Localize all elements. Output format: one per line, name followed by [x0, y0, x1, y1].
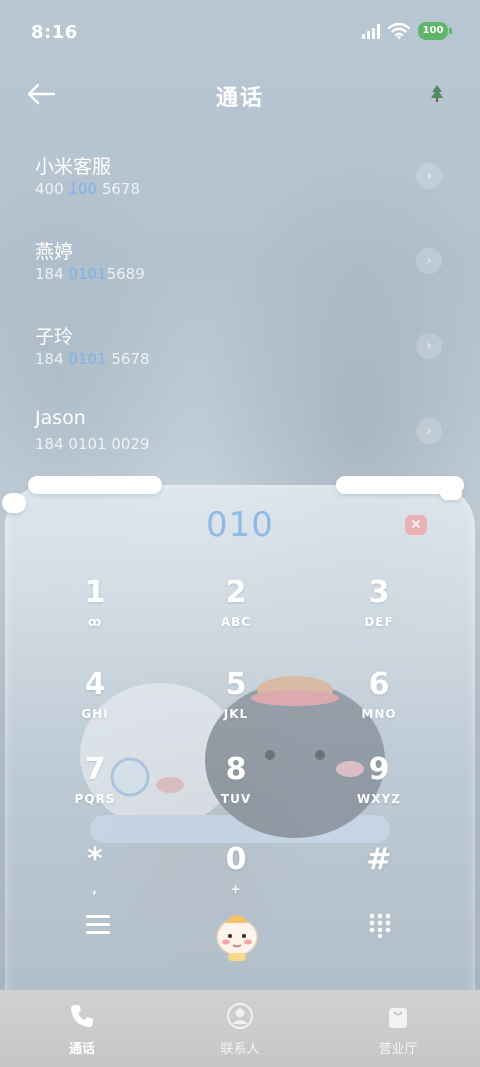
dial-key-8[interactable]: 8 TUV — [176, 752, 296, 832]
person-icon — [227, 1003, 253, 1029]
status-icons: 100 — [362, 22, 452, 40]
list-item[interactable]: Jason 184 0101 0029 › — [0, 395, 480, 480]
phone-icon — [71, 1005, 93, 1027]
page-title: 通话 — [215, 86, 264, 111]
bottom-nav: 通话 联系人 营业厅 — [0, 990, 480, 1067]
dial-key-6[interactable]: 6 MNO — [319, 667, 439, 747]
chevron-right-icon[interactable]: › — [416, 418, 442, 444]
dial-key-1[interactable]: 1ꝏ — [35, 575, 155, 655]
list-item[interactable]: 子玲 184 0101 5678 › — [0, 310, 480, 395]
dial-key-3[interactable]: 3 DEF — [319, 575, 439, 655]
menu-icon[interactable] — [86, 915, 110, 937]
voicemail-icon: ꝏ — [87, 615, 103, 629]
bag-icon — [389, 1008, 407, 1028]
wifi-icon — [388, 23, 410, 39]
dial-key-4[interactable]: 4 GHI — [35, 667, 155, 747]
dial-key-9[interactable]: 9 WXYZ — [319, 752, 439, 832]
dial-key-7[interactable]: 7 PQRS — [35, 752, 155, 832]
dial-key-2[interactable]: 2 ABC — [176, 575, 296, 655]
tab-service-hall[interactable]: 营业厅 — [348, 1002, 448, 1057]
dial-key-hash[interactable]: # — [319, 842, 439, 922]
list-item[interactable]: 小米客服 400 100 5678 › — [0, 140, 480, 225]
dial-key-star[interactable]: *, — [35, 842, 155, 922]
chevron-right-icon[interactable]: › — [416, 248, 442, 274]
delete-icon[interactable]: ✕ — [405, 515, 427, 535]
chevron-right-icon[interactable]: › — [416, 163, 442, 189]
tree-icon[interactable] — [430, 84, 444, 104]
recent-calls-list: 小米客服 400 100 5678 › 燕婷 184 01015689 › 子玲… — [0, 140, 480, 480]
tab-calls[interactable]: 通话 — [32, 1002, 132, 1057]
header: 通话 — [0, 70, 480, 120]
battery-icon: 100 — [418, 22, 452, 40]
contact-number: 184 0101 0029 — [35, 435, 150, 453]
call-button-sheep-icon[interactable] — [210, 905, 264, 965]
contact-name: 子玲 — [35, 326, 74, 348]
contact-number: 184 01015689 — [35, 265, 145, 283]
dial-key-5[interactable]: 5 JKL — [176, 667, 296, 747]
contact-number: 400 100 5678 — [35, 180, 140, 198]
status-time: 8:16 — [31, 22, 78, 43]
status-bar: 8:16 100 — [0, 0, 480, 64]
tab-contacts[interactable]: 联系人 — [190, 1002, 290, 1057]
chevron-right-icon[interactable]: › — [416, 333, 442, 359]
contact-name: 小米客服 — [35, 156, 112, 178]
snow-decoration — [440, 486, 462, 500]
snow-decoration — [28, 476, 162, 494]
contact-name: Jason — [35, 407, 86, 429]
dialpad-icon[interactable] — [368, 912, 392, 938]
signal-icon — [362, 23, 380, 39]
contact-name: 燕婷 — [35, 241, 74, 263]
list-item[interactable]: 燕婷 184 01015689 › — [0, 225, 480, 310]
contact-number: 184 0101 5678 — [35, 350, 150, 368]
